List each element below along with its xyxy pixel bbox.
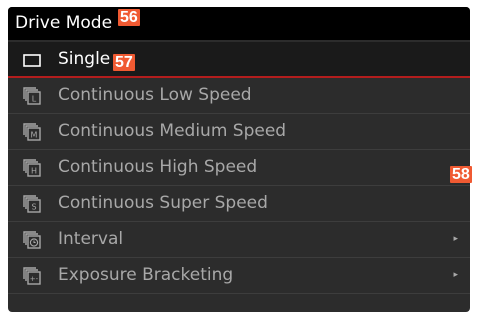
menu-item-label: Exposure Bracketing xyxy=(58,265,234,285)
menu-item-continuous-low-speed[interactable]: L Continuous Low Speed xyxy=(8,78,470,114)
callout-badge-56: 56 xyxy=(118,9,140,26)
menu-item-continuous-super-speed[interactable]: S Continuous Super Speed xyxy=(8,186,470,222)
drive-mode-menu: Single L Continuous Low Speed M Continuo… xyxy=(8,42,470,294)
title-bar: Drive Mode xyxy=(8,7,470,40)
continuous-high-icon: H xyxy=(23,159,41,177)
menu-item-label: Interval xyxy=(58,229,124,249)
menu-item-continuous-high-speed[interactable]: H Continuous High Speed xyxy=(8,150,470,186)
page-title: Drive Mode xyxy=(15,13,113,33)
interval-icon xyxy=(23,231,41,249)
continuous-medium-icon: M xyxy=(23,123,41,141)
svg-text:S: S xyxy=(31,203,36,212)
svg-text:+-: +- xyxy=(30,275,39,283)
menu-item-label: Continuous Low Speed xyxy=(58,85,252,105)
menu-item-label: Continuous Super Speed xyxy=(58,193,268,213)
single-frame-icon xyxy=(23,54,41,67)
menu-item-continuous-medium-speed[interactable]: M Continuous Medium Speed xyxy=(8,114,470,150)
continuous-super-icon: S xyxy=(23,195,41,213)
svg-text:M: M xyxy=(31,131,38,140)
menu-item-interval[interactable]: Interval ▸ xyxy=(8,222,470,258)
callout-badge-58: 58 xyxy=(450,166,472,183)
menu-item-exposure-bracketing[interactable]: +- Exposure Bracketing ▸ xyxy=(8,258,470,294)
chevron-right-icon: ▸ xyxy=(453,234,458,244)
exposure-bracketing-icon: +- xyxy=(23,267,41,285)
continuous-low-icon: L xyxy=(23,87,41,105)
svg-text:H: H xyxy=(31,167,37,176)
svg-text:L: L xyxy=(32,95,37,104)
menu-item-label: Single xyxy=(58,49,111,69)
menu-item-label: Continuous High Speed xyxy=(58,157,258,177)
callout-badge-57: 57 xyxy=(113,54,135,71)
menu-item-single[interactable]: Single xyxy=(8,42,470,78)
camera-menu-screen: Drive Mode Single L Continuous Low Speed xyxy=(8,7,470,312)
chevron-right-icon: ▸ xyxy=(453,270,458,280)
menu-item-label: Continuous Medium Speed xyxy=(58,121,287,141)
